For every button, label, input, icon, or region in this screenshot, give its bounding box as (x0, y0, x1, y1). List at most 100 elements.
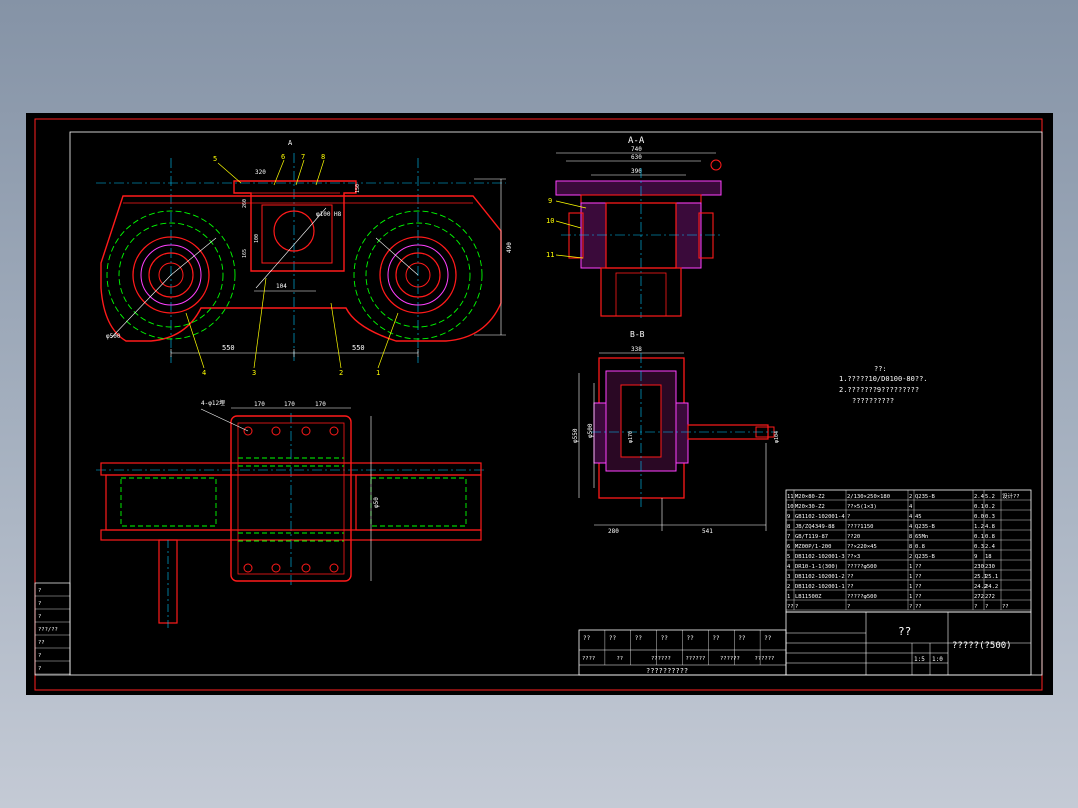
technical-notes: ??: 1.?????10/D0100-80??. 2.???????9????… (839, 365, 928, 405)
top-dim-170-b: 170 (284, 401, 295, 408)
bom-cell: DB1102-102001-3 (795, 554, 845, 560)
bom-cell: ????1150 (847, 524, 874, 530)
bom-cell: 0.8 (985, 534, 995, 540)
balloon-9: 9 (548, 197, 552, 205)
bom-cell: ??×5(1×3) (847, 504, 877, 510)
bom-cell: 230 (985, 564, 995, 570)
bom-cell: ?? (847, 584, 854, 590)
left-strip-cell: ? (38, 666, 41, 672)
bom-cell: 0.0 (974, 514, 984, 520)
bom-cell: DR10-1-1(300) (795, 564, 838, 570)
front-dim-320: 320 (255, 169, 266, 176)
revision-top-cell: ?? (764, 635, 772, 642)
balloon-11: 11 (546, 251, 554, 259)
bom-cell: 5 (787, 554, 790, 560)
bom-cell: ? (847, 514, 850, 520)
bom-cell: DB1102-102001-2 (795, 574, 845, 580)
top-dim-170-c: 170 (315, 401, 326, 408)
front-dim-wheel-dia: φ500 (106, 333, 121, 340)
bom-cell: 2.4 (974, 494, 985, 500)
bom-cell: 4 (909, 514, 913, 520)
notes-line-3: ?????????? (852, 397, 894, 405)
title-drawing-name: ?????(?500) (952, 641, 1012, 651)
front-dim-100: 100 (254, 234, 260, 243)
section-aa-view: A-A 740 630 390 9 10 11 (546, 136, 722, 318)
top-view: 4-φ12埋 170 170 170 φ50 (96, 399, 486, 628)
bom-cell: 272 (985, 594, 995, 600)
front-dim-490: 490 (506, 242, 513, 253)
bom-cell: 9 (974, 554, 977, 560)
bom-cell: 0.3 (974, 544, 984, 550)
revision-mid-cell: ?????? (686, 656, 706, 662)
title-scale: 1:5 (914, 656, 925, 663)
bom-cell: 4 (909, 524, 913, 530)
bom-cell: ? (795, 604, 798, 610)
bom-cell: ?? (787, 604, 794, 610)
front-dim-104: 104 (276, 283, 287, 290)
bb-dim-280: 280 (608, 528, 619, 535)
revision-top-cell: ?? (687, 635, 695, 642)
bom-cell: ?? (915, 564, 922, 570)
bom-cell: Q235-B (915, 554, 936, 560)
bom-cell: 4.8 (985, 524, 995, 530)
top-dim-170-a: 170 (254, 401, 265, 408)
bom-cell: 0.1 (974, 534, 984, 540)
bom-cell: ?? (915, 604, 922, 610)
revision-mid-cell: ?? (617, 656, 624, 662)
bom-cell: M20×30-Z2 (795, 504, 825, 510)
revision-mid-cell: ?????? (720, 656, 740, 662)
bom-cell: 0.2 (985, 504, 995, 510)
revision-top-cell: ?? (609, 635, 617, 642)
bom-cell: ?????φ500 (847, 564, 877, 570)
bom-cell: 2/130×250×180 (847, 494, 890, 500)
bom-cell: Q235-B (915, 494, 936, 500)
bom-cell: ?? (847, 574, 854, 580)
balloon-3: 3 (252, 369, 256, 377)
drawing-sheet: 550 550 320 104 φ100 H8 φ500 490 150 165… (26, 113, 1053, 695)
bom-cell: ??×3 (847, 554, 860, 560)
bom-cell: ??20 (847, 534, 860, 540)
left-strip-table: ??? ???/?????? (34, 582, 71, 676)
bom-cell: 5.2 (985, 494, 995, 500)
bom-cell: 8 (909, 544, 912, 550)
bom-cell: ?? (915, 574, 922, 580)
title-block: ?? ?????(?500) 1:5 1:0 (785, 611, 1032, 676)
bom-cell: ?? (915, 594, 922, 600)
revision-mid-cell: ???? (582, 656, 595, 662)
bom-cell: 65Mn (915, 534, 928, 540)
bb-dim-104: φ104 (774, 431, 780, 443)
bom-cell: ? (985, 604, 988, 610)
front-dim-550-right: 550 (352, 344, 365, 352)
balloon-5: 5 (213, 155, 217, 163)
notes-title: ??: (874, 365, 887, 373)
bb-dim-500: φ500 (587, 423, 594, 438)
bom-cell: GB/T119-87 (795, 534, 828, 540)
section-aa-title: A-A (628, 136, 645, 146)
bom-cell: 2 (909, 494, 912, 500)
front-section-marker: A (288, 139, 293, 147)
balloon-4: 4 (202, 369, 206, 377)
top-dim-holes: 4-φ12埋 (201, 399, 225, 407)
balloon-8: 8 (321, 153, 325, 161)
front-dim-bore: φ100 H8 (316, 211, 342, 218)
aa-dim-740: 740 (631, 146, 642, 153)
bom-cell: 0.8 (915, 544, 925, 550)
bom-cell: 8 (909, 534, 912, 540)
notes-line-1: 1.?????10/D0100-80??. (839, 375, 928, 383)
revision-top-cell: ?? (635, 635, 643, 642)
bom-cell: 1 (909, 584, 912, 590)
revision-top-cell: ?? (661, 635, 669, 642)
left-strip-cell: ? (38, 614, 41, 620)
revision-footer: ?????????? (646, 667, 688, 675)
section-bb-view: B-B 338 φ550 φ500 280 541 φ104 φ170 (572, 330, 780, 535)
left-strip-cell: ? (38, 588, 41, 594)
bb-dim-541: 541 (702, 528, 713, 535)
revision-top-cell: ?? (583, 635, 591, 642)
revision-mid-cell: ?????? (755, 656, 775, 662)
aa-dim-630: 630 (631, 154, 642, 161)
bom-cell: 230 (974, 564, 984, 570)
bom-cell: 25.1 (985, 574, 998, 580)
revision-top-cell: ?? (738, 635, 746, 642)
bom-cell: ? (847, 604, 850, 610)
front-view: 550 550 320 104 φ100 H8 φ500 490 150 165… (96, 139, 513, 377)
